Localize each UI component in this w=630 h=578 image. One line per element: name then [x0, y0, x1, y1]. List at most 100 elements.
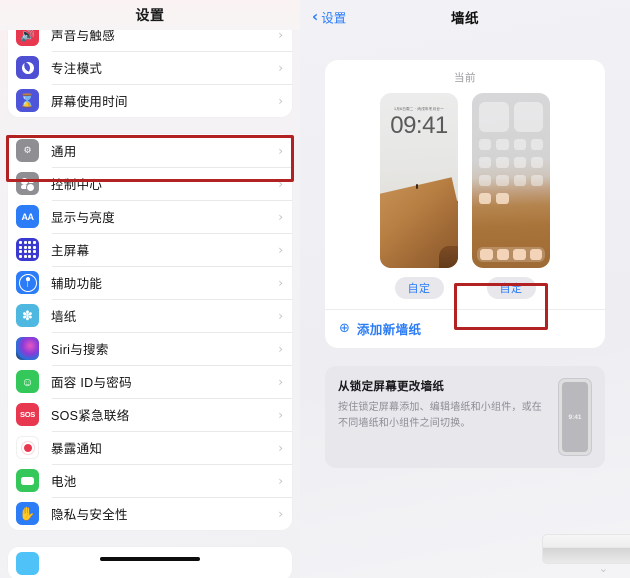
lock-screen-preview[interactable]: 1月6日周二 · 丙戌年冬月廿一 09:41: [380, 93, 458, 268]
sidebar-item-focus[interactable]: 专注模式 ›: [8, 51, 292, 84]
floating-overlay-chip[interactable]: [542, 534, 630, 564]
dock-app-icon: [529, 249, 542, 260]
accessibility-icon: [16, 271, 39, 294]
lock-screen-time: 09:41: [390, 112, 448, 139]
chevron-down-icon[interactable]: ⌄: [599, 563, 608, 574]
home-widgets-row: [472, 93, 550, 132]
settings-group-3-partial: [8, 547, 292, 578]
sidebar-item-face-id-passcode[interactable]: ☺ 面容 ID与密码 ›: [8, 365, 292, 398]
home-app-icon: [530, 175, 543, 186]
tip-title: 从锁定屏幕更改墙纸: [338, 381, 445, 393]
sidebar-item-screen-time[interactable]: ⌛ 屏幕使用时间 ›: [8, 84, 292, 117]
wallpaper-panel: ‹ 设置 墙纸 当前 1月6日周二 · 丙戌年冬月廿一 09:41 自定 自定 …: [300, 0, 630, 578]
home-dock: [477, 247, 545, 262]
chevron-right-icon: ›: [278, 93, 283, 108]
sidebar-item-label: 面容 ID与密码: [51, 376, 132, 390]
sidebar-item-label: 隐私与安全性: [51, 508, 128, 522]
chevron-right-icon: ›: [278, 27, 283, 42]
current-wallpaper-card: 当前 1月6日周二 · 丙戌年冬月廿一 09:41 自定 自定 ⊕ 添加新墙纸: [325, 60, 605, 348]
settings-panel: 设置 🔊 声音与触感 › 专注模式 › ⌛ 屏幕使用时间 › ⚙ 通用 › 控制…: [0, 0, 300, 578]
home-screen-grid-icon: [16, 238, 39, 261]
add-new-wallpaper-label: 添加新墙纸: [356, 323, 422, 337]
add-new-wallpaper-row[interactable]: ⊕ 添加新墙纸: [325, 309, 605, 348]
home-app-icon-empty: [514, 193, 526, 204]
sidebar-item-general[interactable]: ⚙ 通用 ›: [8, 134, 292, 167]
home-app-icon: [530, 157, 543, 168]
face-id-icon: ☺: [16, 370, 39, 393]
sidebar-item-privacy-security[interactable]: ✋ 隐私与安全性 ›: [8, 497, 292, 530]
general-gear-icon: ⚙: [16, 139, 39, 162]
sidebar-item-control-center[interactable]: 控制中心 ›: [8, 167, 292, 200]
home-app-icon: [513, 157, 526, 168]
tip-body: 按住锁定屏幕添加、编辑墙纸和小组件，或在不同墙纸和小组件之间切换。: [338, 402, 542, 429]
home-app-icon: [496, 139, 509, 150]
chevron-left-icon: ‹: [312, 7, 319, 26]
wallpaper-previews: 1月6日周二 · 丙戌年冬月廿一 09:41 自定 自定: [325, 93, 605, 299]
sidebar-item-battery[interactable]: 电池 ›: [8, 464, 292, 497]
sidebar-item-label: 电池: [51, 475, 77, 489]
wallpaper-nav-bar: ‹ 设置 墙纸: [300, 0, 630, 34]
sidebar-item-partial[interactable]: [8, 547, 292, 578]
home-app-icon: [479, 139, 492, 150]
sidebar-item-exposure-notifications[interactable]: 暴露通知 ›: [8, 431, 292, 464]
home-app-icon: [496, 193, 509, 204]
home-app-icon: [479, 193, 492, 204]
back-button[interactable]: ‹ 设置: [312, 8, 346, 27]
home-screen-preview[interactable]: [472, 93, 550, 268]
home-widget: [479, 102, 509, 132]
home-app-row: [472, 168, 550, 186]
chevron-right-icon: ›: [278, 341, 283, 356]
tip-phone-screen: 9:41: [562, 382, 588, 452]
sidebar-item-label: 主屏幕: [51, 244, 90, 258]
dock-app-icon: [496, 249, 509, 260]
home-indicator: [100, 557, 200, 561]
siri-icon: [16, 337, 39, 360]
lock-screen-preview-column: 1月6日周二 · 丙戌年冬月廿一 09:41 自定: [380, 93, 458, 299]
grid-glyph: [19, 241, 36, 258]
dune-shadow-shape: [438, 246, 458, 268]
home-app-icon: [496, 175, 509, 186]
chevron-right-icon: ›: [278, 506, 283, 521]
home-app-icon: [479, 175, 492, 186]
home-app-icon: [513, 139, 526, 150]
sidebar-item-siri-search[interactable]: Siri与搜索 ›: [8, 332, 292, 365]
privacy-hand-icon: ✋: [16, 502, 39, 525]
page-title: 墙纸: [451, 11, 479, 26]
sidebar-item-home-screen[interactable]: 主屏幕 ›: [8, 233, 292, 266]
sidebar-item-label: 专注模式: [51, 62, 103, 76]
lock-screen-tip-card: 从锁定屏幕更改墙纸 按住锁定屏幕添加、编辑墙纸和小组件，或在不同墙纸和小组件之间…: [325, 366, 605, 468]
sidebar-item-label: 屏幕使用时间: [51, 95, 128, 109]
settings-scroll-area[interactable]: 🔊 声音与触感 › 专注模式 › ⌛ 屏幕使用时间 › ⚙ 通用 › 控制中心 …: [0, 18, 300, 578]
wallpaper-flower-icon: ✽: [16, 304, 39, 327]
sidebar-item-label: SOS紧急联络: [51, 409, 130, 423]
tip-text-block: 从锁定屏幕更改墙纸 按住锁定屏幕添加、编辑墙纸和小组件，或在不同墙纸和小组件之间…: [338, 378, 548, 431]
sos-icon: SOS: [16, 403, 39, 426]
group-separator: [8, 117, 292, 134]
home-app-row: [472, 132, 550, 150]
sidebar-item-label: 暴露通知: [51, 442, 103, 456]
home-app-row: [472, 150, 550, 168]
sidebar-item-label: 显示与亮度: [51, 211, 116, 225]
tip-phone-illustration: 9:41: [558, 378, 592, 456]
control-center-icon: [16, 172, 39, 195]
home-app-icon: [513, 175, 526, 186]
sidebar-item-label: 墙纸: [51, 310, 77, 324]
home-widget: [513, 102, 543, 132]
home-customize-button[interactable]: 自定: [486, 277, 536, 299]
sidebar-item-wallpaper[interactable]: ✽ 墙纸 ›: [8, 299, 292, 332]
group-separator-2: [8, 530, 292, 547]
chevron-right-icon: ›: [278, 209, 283, 224]
exposure-notification-icon: [16, 436, 39, 459]
back-button-label: 设置: [321, 11, 347, 26]
chevron-right-icon: ›: [278, 440, 283, 455]
dock-app-icon: [480, 249, 493, 260]
focus-moon-icon: [16, 56, 39, 79]
screenshot-root: 设置 🔊 声音与触感 › 专注模式 › ⌛ 屏幕使用时间 › ⚙ 通用 › 控制…: [0, 0, 630, 578]
chevron-right-icon: ›: [278, 242, 283, 257]
sidebar-item-sos[interactable]: SOS SOS紧急联络 ›: [8, 398, 292, 431]
home-app-icon-empty: [531, 193, 543, 204]
sidebar-item-display-brightness[interactable]: AA 显示与亮度 ›: [8, 200, 292, 233]
control-sliders-glyph: [20, 177, 35, 192]
sidebar-item-accessibility[interactable]: 辅助功能 ›: [8, 266, 292, 299]
lock-customize-button[interactable]: 自定: [394, 277, 444, 299]
